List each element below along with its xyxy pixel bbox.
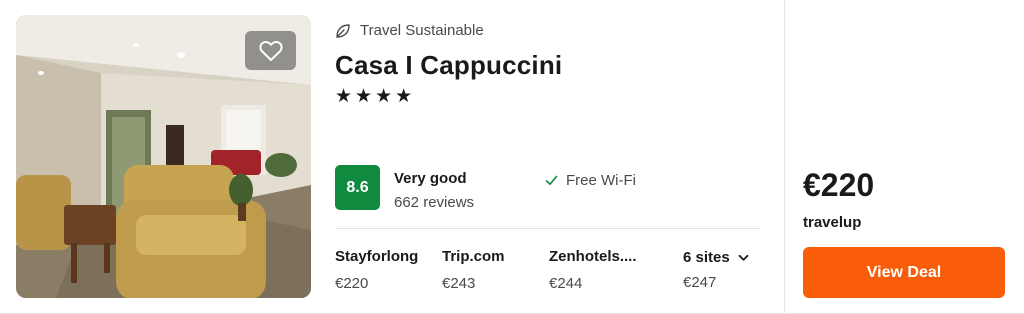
more-sites-label: 6 sites [683,249,730,266]
favorite-button[interactable] [245,31,296,70]
site-name: Stayforlong [335,248,419,265]
rating-label: Very good [394,170,467,187]
site-price: €244 [549,275,583,292]
leaf-icon [336,23,350,38]
deal-provider: travelup [803,214,862,231]
site-price: €220 [335,275,369,292]
check-icon [545,175,558,185]
site-price-trip[interactable]: Trip.com €243 [442,248,505,292]
amenity-item: Free Wi-Fi [545,172,636,189]
sustainability-badge: Travel Sustainable [335,22,484,39]
more-sites-price: €247 [683,274,717,291]
site-price: €243 [442,275,476,292]
site-name: Trip.com [442,248,505,265]
view-deal-button[interactable]: View Deal [803,247,1005,298]
chevron-down-icon [738,254,749,261]
review-count[interactable]: 662 reviews [394,194,474,211]
hotel-result-card: Travel Sustainable Casa I Cappuccini ★★★… [0,0,1024,314]
best-price: €220 [803,167,875,203]
site-price-stayforlong[interactable]: Stayforlong €220 [335,248,418,292]
star-rating: ★★★★ [335,86,416,107]
site-price-zenhotels[interactable]: Zenhotels.... €244 [549,248,637,292]
column-divider [784,0,785,314]
more-sites-dropdown[interactable]: 6 sites €247 [683,249,749,291]
sustainability-label: Travel Sustainable [360,22,484,39]
review-score-badge[interactable]: 8.6 [335,165,380,210]
site-name: Zenhotels.... [549,248,637,265]
hotel-name[interactable]: Casa I Cappuccini [335,50,562,81]
heart-icon [258,40,283,61]
divider [335,228,760,229]
amenity-label: Free Wi-Fi [566,172,636,189]
